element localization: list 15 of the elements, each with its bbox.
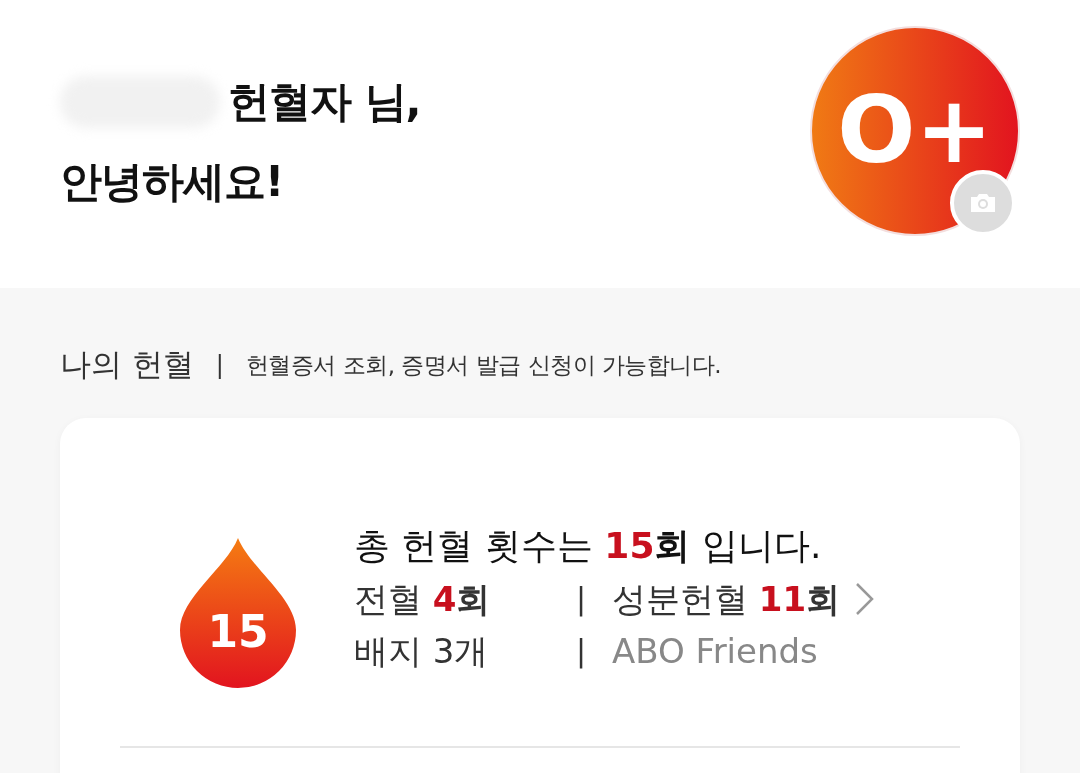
total-donations-text: 총 헌혈 횟수는 15회 입니다.	[354, 524, 823, 568]
greeting-text: 헌혈자 님,	[228, 76, 421, 128]
greeting-text: 안녕하세요!	[60, 156, 285, 208]
abo-friends-link[interactable]: ABO Friends	[612, 628, 841, 674]
camera-icon	[968, 191, 998, 215]
blood-drop-badge: 15	[180, 538, 296, 688]
whole-blood-count: 전혈 4회	[354, 578, 492, 621]
separator: |	[215, 351, 224, 379]
section-subtitle: 헌혈증서 조회, 증명서 발급 신청이 가능합니다.	[245, 350, 722, 380]
badge-count: 배지 3개	[354, 630, 490, 673]
apheresis-count: 성분헌혈 11회	[612, 578, 841, 621]
section-title: 나의 헌혈	[60, 345, 194, 384]
blood-type-avatar: O+	[810, 26, 1020, 236]
separator: |	[576, 632, 588, 671]
separator: |	[576, 580, 588, 619]
